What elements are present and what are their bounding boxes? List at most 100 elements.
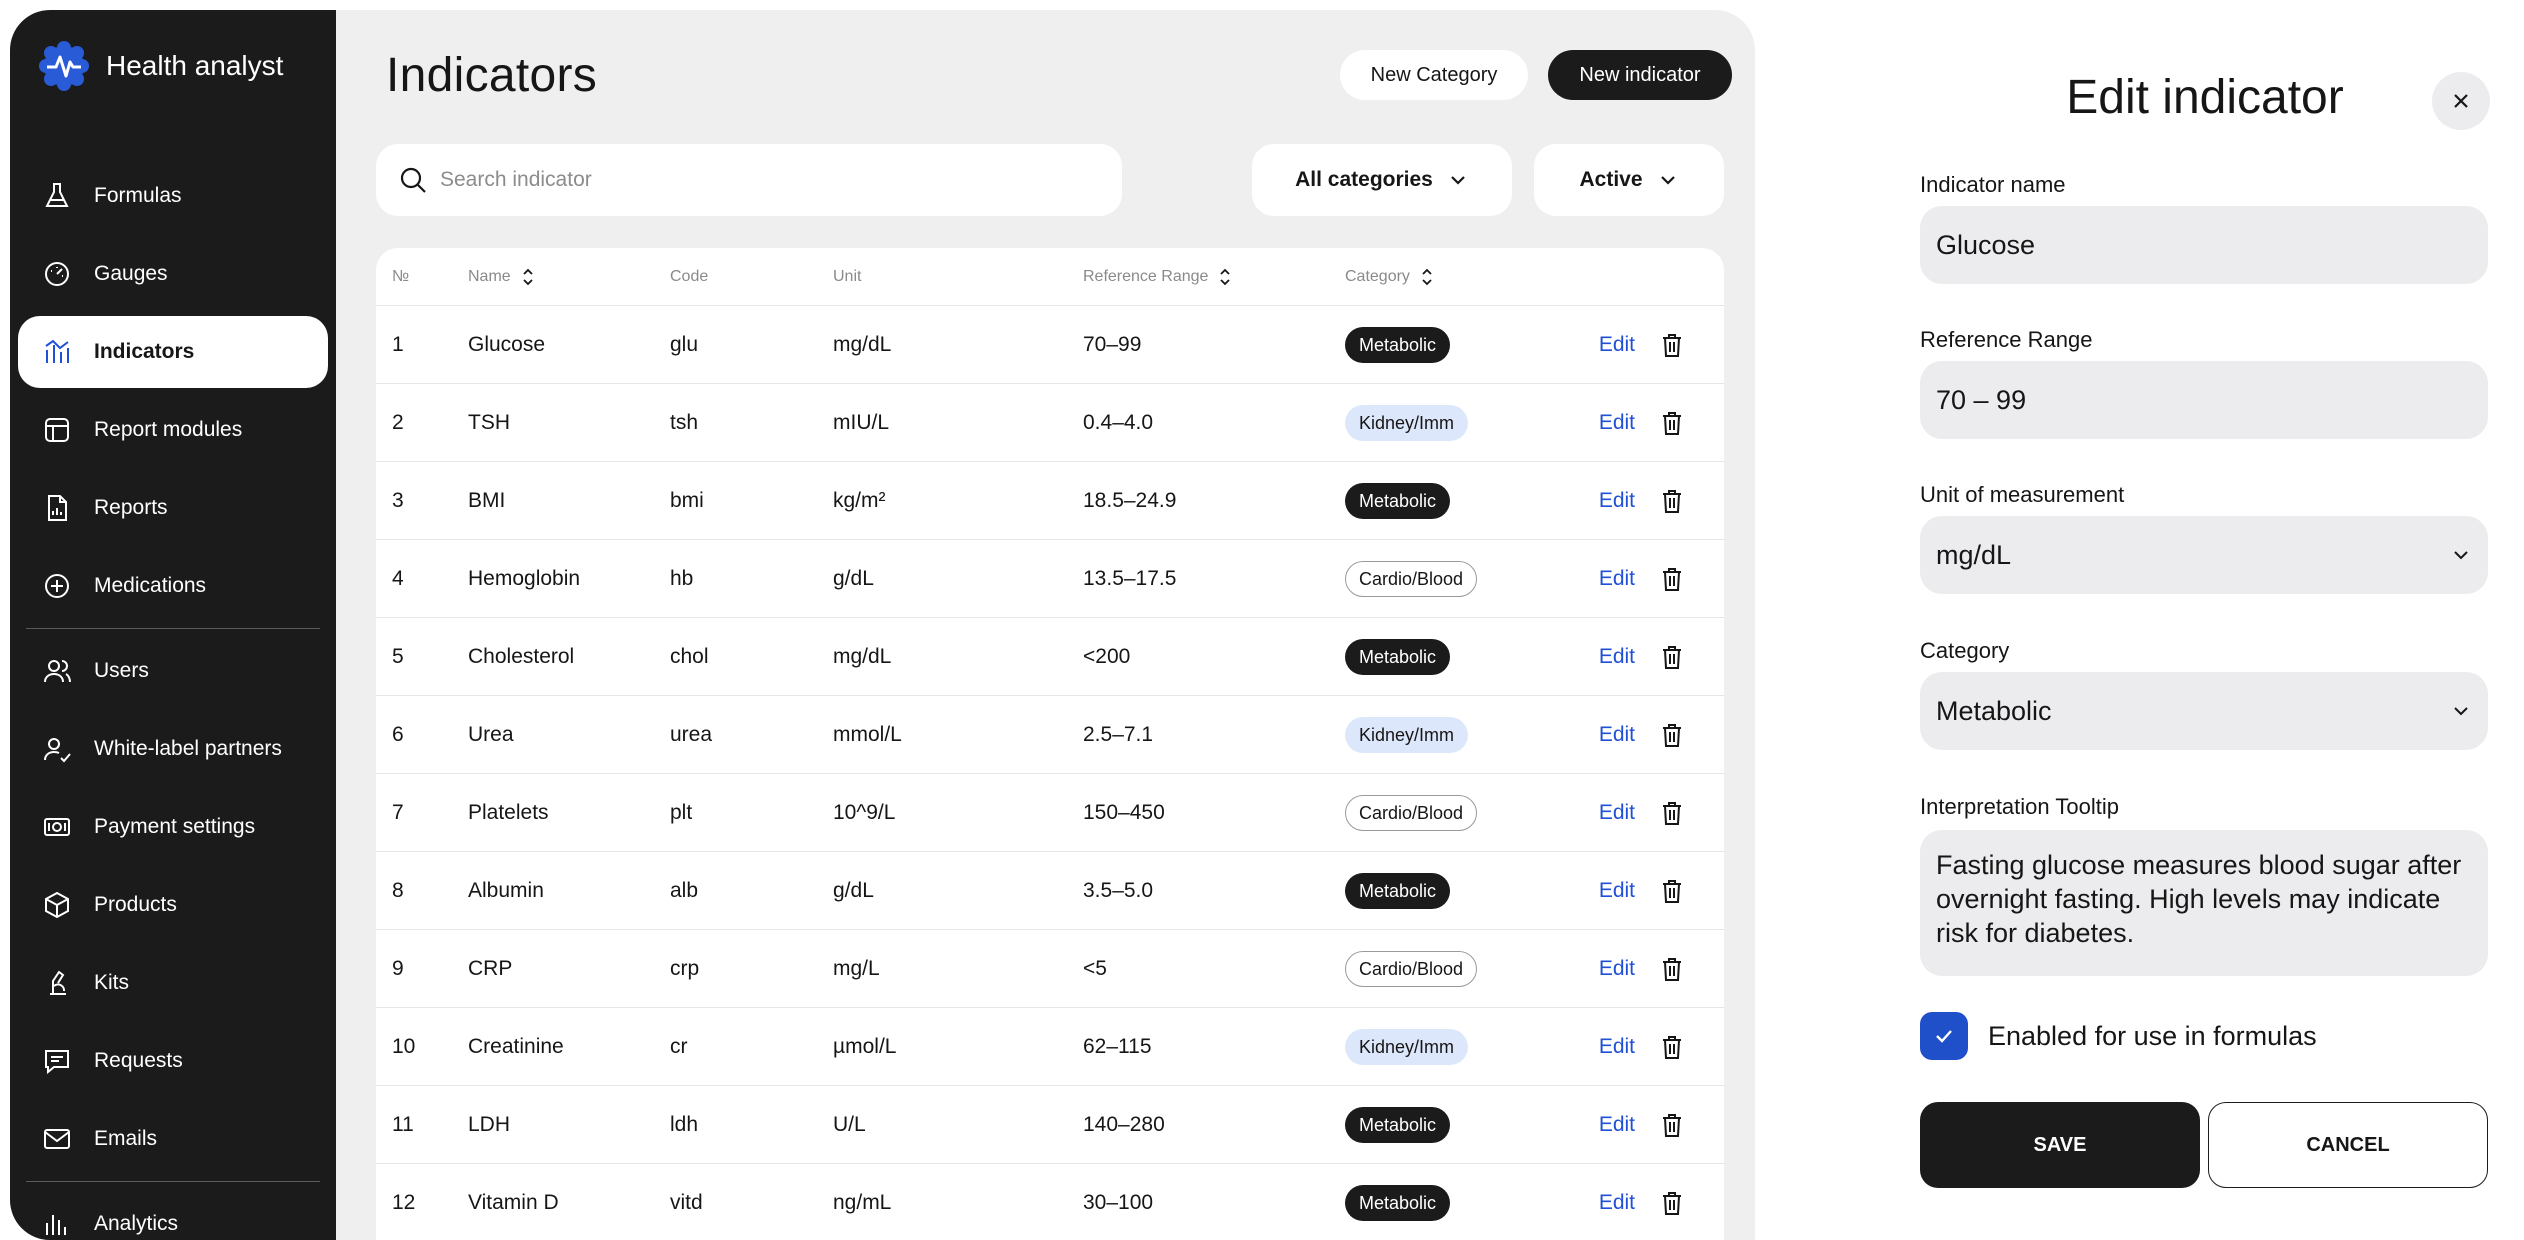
enabled-checkbox[interactable]: [1920, 1012, 1968, 1060]
status-filter-dropdown[interactable]: Active: [1534, 144, 1724, 216]
cancel-button[interactable]: CANCEL: [2208, 1102, 2488, 1188]
edit-link[interactable]: Edit: [1555, 333, 1635, 357]
unit-label: Unit of measurement: [1920, 482, 2125, 507]
cell-range: 62–115: [1083, 1034, 1152, 1058]
sidebar-item-indicators[interactable]: Indicators: [18, 316, 328, 388]
sidebar-item-reports[interactable]: Reports: [18, 472, 328, 544]
sidebar-item-report-modules[interactable]: Report modules: [18, 394, 328, 466]
cell-name: Hemoglobin: [468, 566, 581, 590]
cell-code: alb: [670, 878, 699, 902]
sidebar-item-products[interactable]: Products: [18, 869, 328, 941]
edit-link[interactable]: Edit: [1555, 723, 1635, 747]
delete-button[interactable]: [1635, 409, 1709, 437]
edit-link[interactable]: Edit: [1555, 567, 1635, 591]
cell-name: LDH: [468, 1112, 511, 1136]
delete-button[interactable]: [1635, 799, 1709, 827]
reference-range-field[interactable]: 70 – 99: [1920, 361, 2488, 439]
cell-unit: 10^9/L: [833, 800, 896, 824]
cell-range: 30–100: [1083, 1190, 1154, 1214]
sidebar-item-analytics[interactable]: Analytics: [18, 1188, 328, 1240]
new-indicator-button[interactable]: New indicator: [1548, 50, 1732, 100]
category-filter-dropdown[interactable]: All categories: [1252, 144, 1512, 216]
cell-no: 8: [392, 878, 404, 902]
category-badge: Metabolic: [1345, 482, 1451, 519]
cell-no: 1: [392, 332, 404, 356]
col-header-range[interactable]: Reference Range: [1083, 268, 1345, 286]
edit-link[interactable]: Edit: [1555, 1191, 1635, 1215]
col-header-name[interactable]: Name: [468, 268, 670, 286]
delete-button[interactable]: [1635, 721, 1709, 749]
close-button[interactable]: [2432, 72, 2490, 130]
table-body: 1 Glucose glu mg/dL 70–99 Metabolic Edit 2 TSH ts…: [376, 306, 1724, 1240]
layout-icon: [45, 418, 69, 442]
sidebar-item-medications[interactable]: Medications: [18, 550, 328, 622]
category-badge: Cardio/Blood: [1345, 560, 1478, 597]
cell-code: vitd: [670, 1190, 703, 1214]
sort-icon: [1422, 268, 1432, 285]
sidebar-item-label: Gauges: [94, 262, 168, 285]
box-icon: [45, 891, 69, 919]
tooltip-label: Interpretation Tooltip: [1920, 794, 2119, 819]
edit-link[interactable]: Edit: [1555, 1035, 1635, 1059]
flask-icon: [45, 183, 69, 207]
delete-button[interactable]: [1635, 955, 1709, 983]
panel-title: Edit indicator: [2066, 71, 2344, 124]
edit-link[interactable]: Edit: [1555, 1113, 1635, 1137]
delete-button[interactable]: [1635, 487, 1709, 515]
chevron-down-icon: [2454, 707, 2468, 716]
delete-button[interactable]: [1635, 331, 1709, 359]
table-row: 5 Cholesterol chol mg/dL <200 Metabolic Edit: [376, 618, 1724, 696]
edit-link[interactable]: Edit: [1555, 645, 1635, 669]
cell-category: Metabolic: [1345, 638, 1555, 675]
cell-name: Urea: [468, 722, 514, 746]
trash-icon: [1663, 1113, 1681, 1137]
sidebar-item-emails[interactable]: Emails: [18, 1103, 328, 1175]
delete-button[interactable]: [1635, 565, 1709, 593]
new-category-button[interactable]: New Category: [1340, 50, 1528, 100]
checkmark-icon: [1936, 1030, 1952, 1043]
delete-button[interactable]: [1635, 1189, 1709, 1217]
reference-range-label: Reference Range: [1920, 327, 2093, 352]
sidebar-item-formulas[interactable]: Formulas: [18, 160, 328, 232]
table-row: 10 Creatinine cr µmol/L 62–115 Kidney/Imm Edit: [376, 1008, 1724, 1086]
sidebar-item-label: Formulas: [94, 184, 182, 207]
cell-code: hb: [670, 566, 694, 590]
category-label: Category: [1920, 638, 2010, 663]
sidebar-item-gauges[interactable]: Gauges: [18, 238, 328, 310]
cell-range: <200: [1083, 644, 1131, 668]
sidebar-item-payment-settings[interactable]: Payment settings: [18, 791, 328, 863]
category-select[interactable]: Metabolic: [1920, 672, 2488, 750]
cell-name: Glucose: [468, 332, 546, 356]
sidebar-item-kits[interactable]: Kits: [18, 947, 328, 1019]
sidebar-item-label: Analytics: [94, 1212, 179, 1235]
edit-link[interactable]: Edit: [1555, 411, 1635, 435]
indicator-name-field[interactable]: Glucose: [1920, 206, 2488, 284]
app-name: Health analyst: [106, 50, 284, 81]
sidebar-item-white-label-partners[interactable]: White-label partners: [18, 713, 328, 785]
edit-link[interactable]: Edit: [1555, 801, 1635, 825]
table-row: 12 Vitamin D vitd ng/mL 30–100 Metabolic Edit: [376, 1164, 1724, 1240]
save-button[interactable]: SAVE: [1920, 1102, 2200, 1188]
cell-no: 12: [392, 1190, 416, 1214]
status-filter-value: Active: [1579, 168, 1643, 191]
tooltip-textarea[interactable]: Fasting glucose measures blood sugar aft…: [1920, 830, 2488, 976]
delete-button[interactable]: [1635, 877, 1709, 905]
delete-button[interactable]: [1635, 1033, 1709, 1061]
unit-select[interactable]: mg/dL: [1920, 516, 2488, 594]
delete-button[interactable]: [1635, 643, 1709, 671]
edit-link[interactable]: Edit: [1555, 879, 1635, 903]
col-header-category[interactable]: Category: [1345, 268, 1555, 286]
edit-link[interactable]: Edit: [1555, 957, 1635, 981]
cell-name: BMI: [468, 488, 506, 512]
sidebar-item-users[interactable]: Users: [18, 635, 328, 707]
edit-link[interactable]: Edit: [1555, 489, 1635, 513]
cell-no: 4: [392, 566, 404, 590]
bar-chart-icon: [46, 1215, 66, 1235]
sidebar-item-requests[interactable]: Requests: [18, 1025, 328, 1097]
brand[interactable]: Health analyst: [38, 40, 283, 92]
sidebar-item-label: Indicators: [94, 340, 195, 363]
delete-button[interactable]: [1635, 1111, 1709, 1139]
trash-icon: [1663, 879, 1681, 903]
sidebar-item-label: Reports: [94, 496, 168, 519]
search-input[interactable]: [440, 168, 1040, 192]
